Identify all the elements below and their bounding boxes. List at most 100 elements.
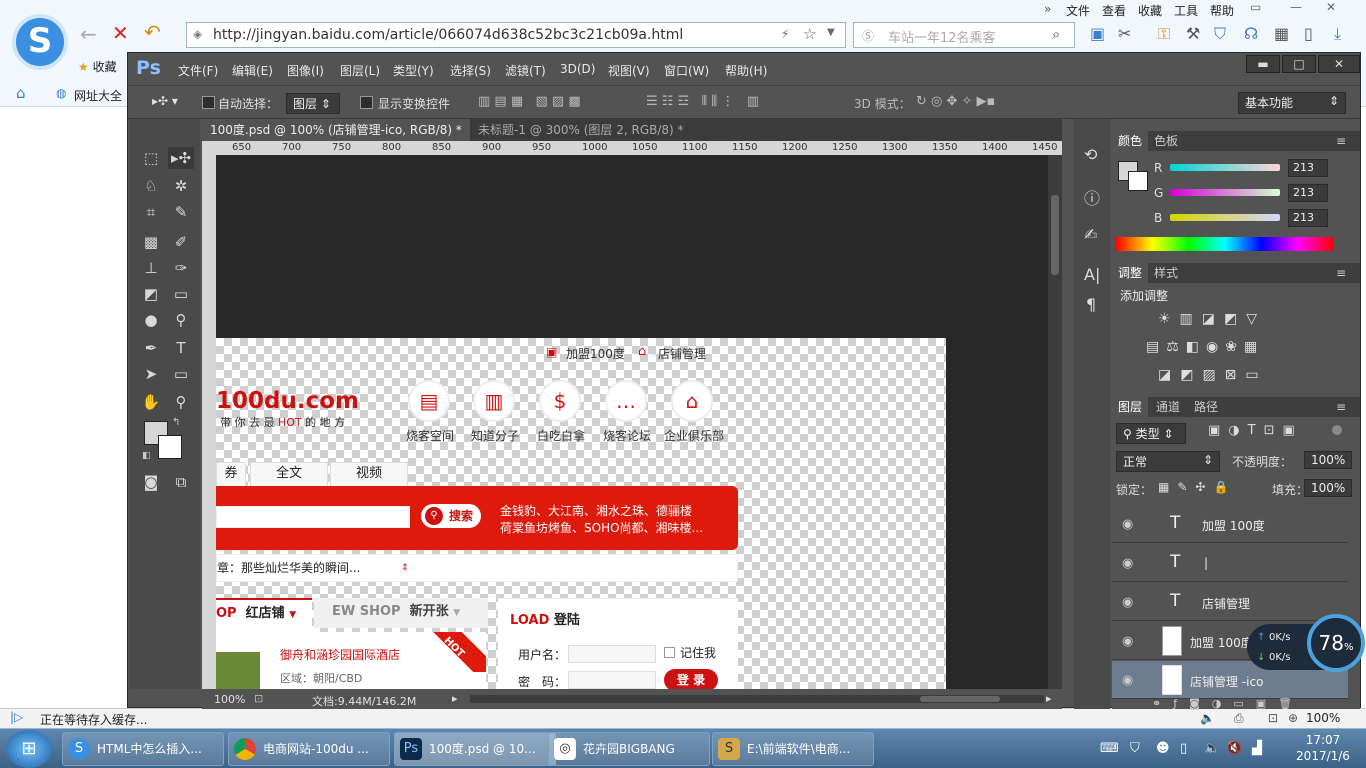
system-clock[interactable]: 17:07 2017/1/6 [1288,732,1358,764]
history-panel-icon[interactable]: ⟲ [1084,145,1097,164]
menu-help[interactable]: 帮助 [1210,2,1234,19]
tab-color[interactable]: 颜色 [1112,131,1149,151]
layer-filter-icons[interactable]: ▣◑T⊡▣ [1208,423,1303,438]
doc-tab-inactive[interactable]: 未标题-1 @ 300% (图层 2, RGB/8) * [470,119,692,141]
ps-menu-file[interactable]: 文件(F) [178,62,218,79]
ps-menu-view[interactable]: 视图(V) [608,62,650,79]
more-menu-icon[interactable]: » [1044,2,1051,16]
ps-menu-filter[interactable]: 滤镜(T) [505,62,546,79]
menu-tools[interactable]: 工具 [1174,2,1198,19]
lasso-tool-icon[interactable]: ♘ [138,175,164,197]
tab-channels[interactable]: 通道 [1150,397,1186,417]
taskbar-item-active[interactable]: Ps 100度.psd @ 10... [394,732,556,766]
workspace-dropdown[interactable]: 基本功能 ⇕ [1238,92,1346,114]
browser-search-box[interactable]: Ⓢ 车站一年12名乘客 ⌕ [853,22,1075,48]
tab-swatches[interactable]: 色板 [1148,131,1184,151]
zoom-readout[interactable]: 100% [214,693,245,706]
quick-mask-icon[interactable]: ◙ [138,471,164,493]
pen-tool-icon[interactable]: ✒ [138,337,164,359]
eye-icon[interactable]: ◉ [1122,595,1133,610]
path-select-icon[interactable]: ➤ [138,363,164,385]
scrollbar-thumb[interactable] [1051,195,1059,275]
g-slider[interactable] [1170,189,1280,196]
address-bar[interactable]: ◈ http://jingyan.baidu.com/article/06607… [186,22,846,48]
shield-check-icon[interactable]: ⛉ [1214,24,1226,44]
b-slider[interactable] [1170,214,1280,221]
stop-icon[interactable]: ✕ [112,21,129,45]
panel-menu-icon[interactable]: ≡ [1336,263,1346,283]
status-menu-arrow-icon[interactable]: ▸ [452,692,458,705]
account-icon[interactable]: ▣ [1090,24,1105,43]
ps-menu-help[interactable]: 帮助(H) [725,62,767,79]
filter-toggle[interactable] [1332,425,1342,435]
keyboard-icon[interactable]: ⌨ [1100,741,1119,756]
menu-file[interactable]: 文件 [1066,2,1090,19]
taskbar-item[interactable]: 电商网站-100du ... [228,732,390,766]
opacity-value[interactable]: 100% [1304,451,1352,469]
tab-adjust[interactable]: 调整 [1112,263,1149,283]
download-icon[interactable]: ⤓ [1334,24,1341,44]
b-value[interactable]: 213 [1288,209,1328,227]
horizontal-ruler[interactable]: 650 700 750 800 850 900 950 1000 1050 11… [202,141,1062,155]
swap-colors-icon[interactable]: ↰ [172,417,180,428]
r-value[interactable]: 213 [1288,159,1328,177]
fill-value[interactable]: 100% [1304,479,1352,497]
close-icon[interactable]: ✕ [1326,0,1336,14]
color-spectrum[interactable] [1116,237,1334,251]
align-buttons-icon[interactable]: ▥ ▤ ▦ ▧ ▨ ▩ [478,94,581,109]
rectangle-tool-icon[interactable]: ▭ [168,363,194,385]
magic-wand-icon[interactable]: ✲ [168,175,194,197]
chevron-down-icon[interactable]: ▼ [827,27,835,38]
move-tool-icon[interactable]: ▸✣ ▾ [152,94,178,108]
scissors-icon[interactable]: ✂ [1118,24,1131,43]
network-monitor-widget[interactable]: ↑ 0K/s ↓ 0K/s 78% [1247,614,1366,672]
device-icon[interactable]: ▯ [1180,741,1187,756]
type-tool-icon[interactable]: T [168,337,194,359]
lightning-icon[interactable]: ⚡ [781,27,789,41]
eye-icon[interactable]: ◉ [1122,673,1133,688]
gradient-tool-icon[interactable]: ▭ [168,283,194,305]
paragraph-panel-icon[interactable]: ¶ [1086,295,1096,314]
healing-brush-icon[interactable]: ▩ [138,231,164,253]
tab-paths[interactable]: 路径 [1188,397,1224,417]
eyedropper-icon[interactable]: ✎ [168,201,194,223]
zoom-level[interactable]: 100% [1306,711,1340,725]
menu-favorites[interactable]: 收藏 [1138,2,1162,19]
undo-icon[interactable]: ↶ [144,20,161,44]
layer-row[interactable]: ◉ T | [1112,544,1348,582]
hand-tool-icon[interactable]: ✋ [138,391,164,413]
ps-menu-type[interactable]: 类型(Y) [393,62,434,79]
screen-mode-icon[interactable]: ⧉ [168,471,194,493]
distribute-buttons-icon[interactable]: ☰ ☷ ☲ ⫴ ⫼ ⋮ ▥ [646,94,759,109]
eye-icon[interactable]: ◉ [1122,556,1133,571]
lock-icons[interactable]: ▦✎✣🔒 [1158,480,1236,494]
eye-icon[interactable]: ◉ [1122,517,1133,532]
minimize-icon[interactable]: ▭ [1250,0,1261,14]
panel-menu-icon[interactable]: ≡ [1336,397,1346,417]
adjustment-icons-row1[interactable]: ☀▥◪◩▽ [1158,311,1308,327]
doc-tab-active[interactable]: 100度.psd @ 100% (店铺管理-ico, RGB/8) * [202,119,470,141]
zoom-tool-icon[interactable]: ⚲ [168,391,194,413]
scrollbar-thumb[interactable] [920,696,1000,702]
headset-icon[interactable]: ☊ [1244,24,1258,43]
nav-link-sites[interactable]: 网址大全 [74,87,122,104]
taskbar-item[interactable]: ◎ 花卉园BIGBANG [548,732,710,766]
move-tool-icon[interactable]: ▸✣ [168,147,194,169]
speaker-icon[interactable]: 🔈 [1200,711,1215,725]
capture-icon[interactable]: ⊡ [1268,711,1278,725]
g-value[interactable]: 213 [1288,184,1328,202]
ps-menu-edit[interactable]: 编辑(E) [232,62,273,79]
document-canvas[interactable]: ▣ 加盟100度 ⌂ 店铺管理 100du.com 带 你 去 最 HOT 的 … [216,155,1048,691]
wrench-icon[interactable]: ⚒ [1186,24,1200,43]
ps-menu-select[interactable]: 选择(S) [450,62,491,79]
marquee-tool-icon[interactable]: ⬚ [138,147,164,169]
volume-icon[interactable]: 🔈 [1204,741,1220,756]
key-icon[interactable]: ⚿ [1158,24,1170,44]
r-slider[interactable] [1170,164,1280,171]
ps-minimize-button[interactable]: ▬ [1246,55,1280,73]
auto-select-checkbox[interactable] [202,96,215,109]
sogou-browser-logo[interactable]: S [12,14,68,70]
character-panel-icon[interactable]: A| [1084,265,1100,284]
dodge-tool-icon[interactable]: ⚲ [168,309,194,331]
taskbar-item[interactable]: S E:\前端软件\电商... [712,732,874,766]
